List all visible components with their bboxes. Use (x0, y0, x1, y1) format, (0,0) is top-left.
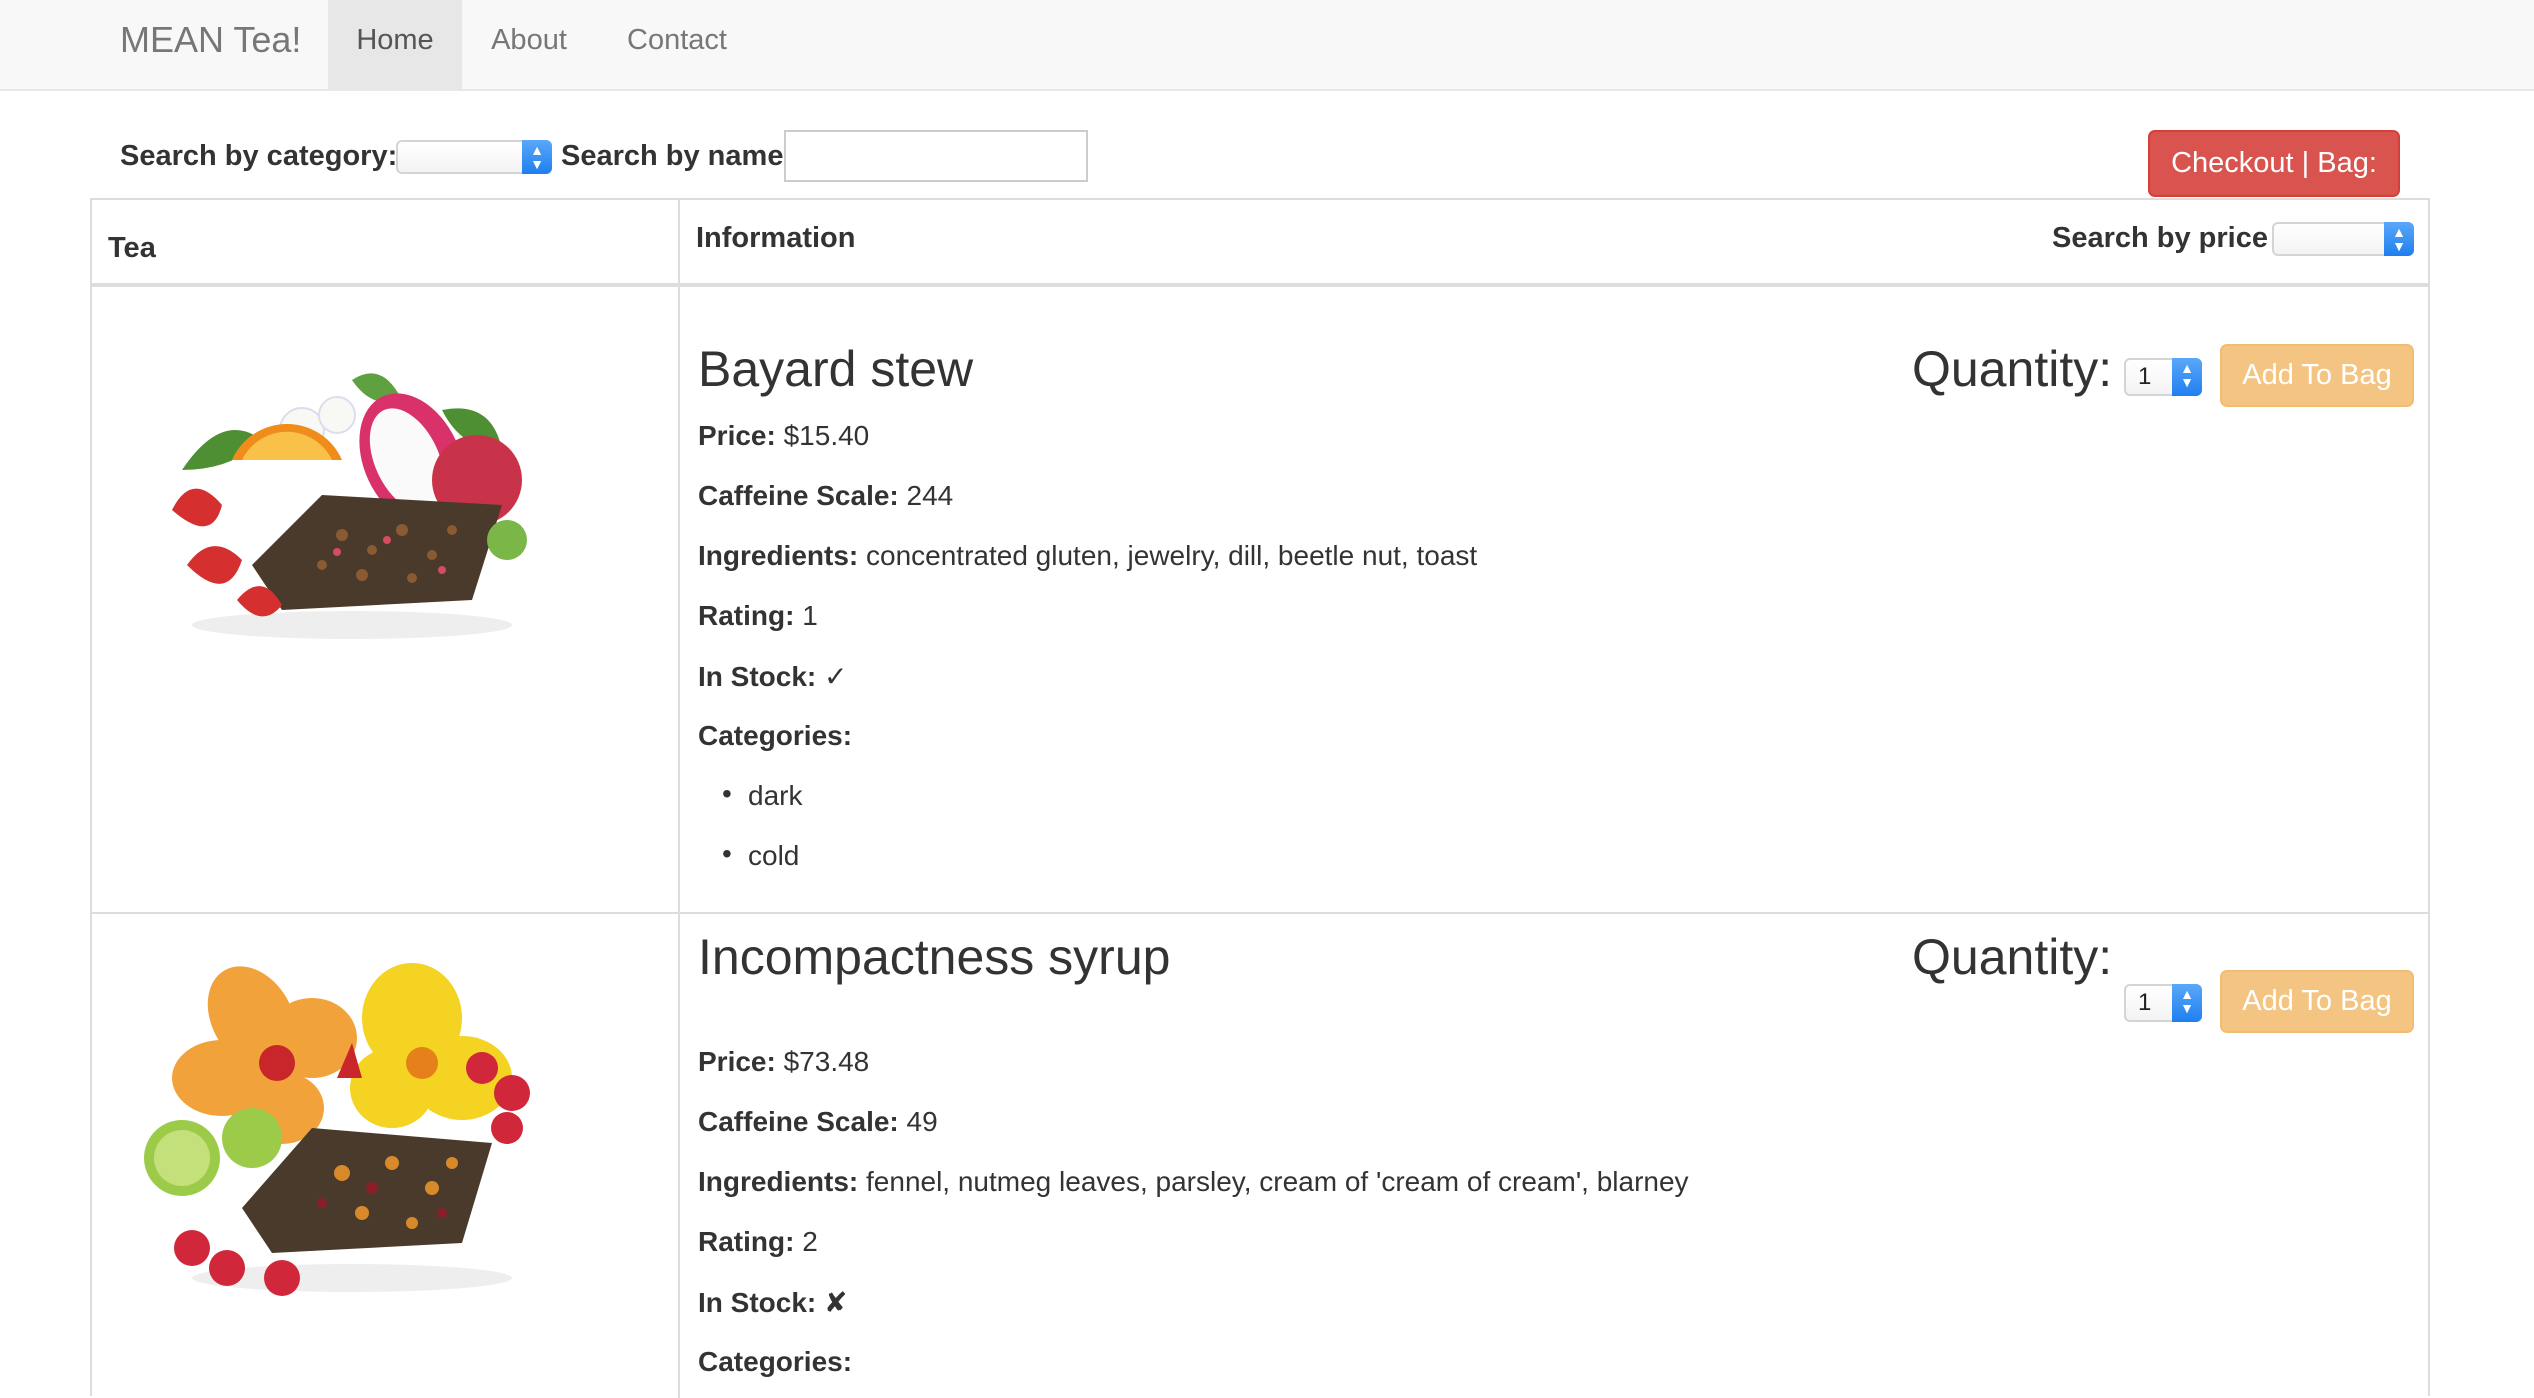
stock-line: In Stock: ✘ (698, 1286, 847, 1319)
hibiscus-tea-image (112, 948, 582, 1328)
select-arrows-icon: ▲ ▼ (2172, 358, 2202, 396)
rating-line: Rating: 2 (698, 1226, 818, 1258)
rating-label: Rating: (698, 1226, 795, 1257)
column-divider (678, 200, 680, 1398)
check-icon: ✓ (824, 661, 848, 692)
ingredients-line: Ingredients: fennel, nutmeg leaves, pars… (698, 1166, 1689, 1198)
caffeine-line: Caffeine Scale: 49 (698, 1106, 938, 1138)
caffeine-line: Caffeine Scale: 244 (698, 480, 953, 512)
quantity-value: 1 (2138, 363, 2152, 390)
price-select[interactable]: ▲ ▼ (2272, 222, 2414, 256)
quantity-select[interactable]: 1 ▲ ▼ (2124, 984, 2202, 1022)
name-search-label: Search by name (561, 140, 784, 172)
price-value: $15.40 (783, 420, 870, 451)
ingredients-line: Ingredients: concentrated gluten, jewelr… (698, 540, 1477, 572)
price-search-label: Search by price (2052, 222, 2268, 254)
rating-value: 1 (802, 600, 818, 631)
select-arrows-icon: ▲ ▼ (2384, 222, 2414, 256)
rating-label: Rating: (698, 600, 795, 631)
caffeine-label: Caffeine Scale: (698, 1106, 899, 1137)
caffeine-value: 244 (906, 480, 954, 511)
brand-logo[interactable]: MEAN Tea! (120, 0, 301, 90)
price-line: Price: $15.40 (698, 420, 869, 452)
column-header-tea: Tea (108, 232, 156, 264)
fruit-tea-image (112, 320, 582, 700)
cross-icon: ✘ (824, 1287, 848, 1318)
product-title: Bayard stew (698, 341, 974, 397)
ingredients-value: fennel, nutmeg leaves, parsley, cream of… (866, 1166, 1689, 1197)
select-arrows-icon: ▲ ▼ (522, 140, 552, 174)
ingredients-value: concentrated gluten, jewelry, dill, beet… (866, 540, 1478, 571)
categories-line: Categories: (698, 720, 852, 752)
caffeine-label: Caffeine Scale: (698, 480, 899, 511)
product-title: Incompactness syrup (698, 929, 1171, 985)
category-item: dark (722, 778, 803, 812)
name-search-input[interactable] (784, 130, 1088, 182)
nav-home[interactable]: Home (328, 0, 462, 90)
quantity-value: 1 (2138, 989, 2152, 1016)
price-label: Price: (698, 1046, 776, 1077)
nav-about[interactable]: About (462, 0, 596, 90)
column-header-information: Information (696, 222, 856, 254)
category-search-label: Search by category: (120, 140, 398, 172)
ingredients-label: Ingredients: (698, 1166, 859, 1197)
quantity-label: Quantity: (1912, 929, 2113, 985)
tea-table: Tea Information Search by price ▲ ▼ Baya… (90, 198, 2430, 1398)
category-item: cold (722, 838, 800, 872)
navbar: MEAN Tea! Home About Contact (0, 0, 2534, 91)
rating-value: 2 (802, 1226, 818, 1257)
price-line: Price: $73.48 (698, 1046, 869, 1078)
quantity-label: Quantity: (1912, 341, 2113, 397)
add-to-bag-button[interactable]: Add To Bag (2220, 344, 2414, 407)
category-select[interactable]: ▲ ▼ (396, 140, 552, 174)
ingredients-label: Ingredients: (698, 540, 859, 571)
price-value: $73.48 (783, 1046, 870, 1077)
categories-label: Categories: (698, 1346, 853, 1377)
row-divider (92, 912, 2428, 914)
price-label: Price: (698, 420, 776, 451)
select-arrows-icon: ▲ ▼ (2172, 984, 2202, 1022)
stock-label: In Stock: (698, 1287, 817, 1318)
categories-label: Categories: (698, 720, 853, 751)
caffeine-value: 49 (906, 1106, 938, 1137)
nav-contact[interactable]: Contact (596, 0, 758, 90)
header-divider (92, 283, 2428, 287)
stock-label: In Stock: (698, 661, 817, 692)
rating-line: Rating: 1 (698, 600, 818, 632)
quantity-select[interactable]: 1 ▲ ▼ (2124, 358, 2202, 396)
checkout-button[interactable]: Checkout | Bag: (2148, 130, 2400, 197)
categories-line: Categories: (698, 1346, 852, 1378)
stock-line: In Stock: ✓ (698, 660, 847, 693)
add-to-bag-button[interactable]: Add To Bag (2220, 970, 2414, 1033)
